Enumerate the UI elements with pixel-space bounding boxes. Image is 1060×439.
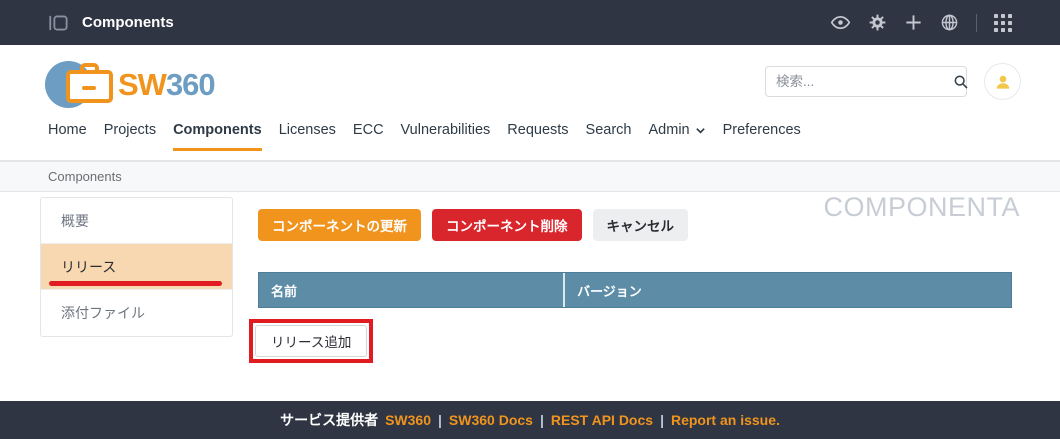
column-header-name[interactable]: 名前 [259,273,566,307]
footer-separator: | [539,412,544,428]
footer-separator: | [660,412,664,428]
sidebar-item-label: 概要 [61,212,89,229]
footer-separator: | [438,412,442,428]
topbar-actions [830,12,1012,33]
sidebar: 概要 リリース 添付ファイル [40,197,233,337]
footer-link-report-issue[interactable]: Report an issue. [671,412,780,428]
plus-icon[interactable] [904,13,923,32]
delete-component-button[interactable]: コンポーネント削除 [432,209,582,241]
nav-item-vulnerabilities[interactable]: Vulnerabilities [401,122,491,151]
sidebar-toggle-icon[interactable] [48,13,68,33]
component-name-watermark: COMPONENTA [823,192,1020,222]
add-release-button[interactable]: リリース追加 [255,325,368,357]
chevron-down-icon [695,125,706,136]
annotation-box: リリース追加 [249,319,374,363]
nav-item-preferences[interactable]: Preferences [723,122,801,151]
gear-icon[interactable] [868,13,887,32]
footer: サービス提供者 SW360 | SW360 Docs | REST API Do… [0,401,1060,439]
logo-briefcase-handle [80,63,99,74]
topbar: Components [0,0,1060,45]
globe-icon[interactable] [940,13,959,32]
topbar-divider [976,13,977,32]
search-input[interactable] [776,74,953,89]
nav-item-search[interactable]: Search [586,122,632,151]
header: SW360 Home Projects Components Licenses … [0,45,1060,161]
nav-item-admin[interactable]: Admin [649,122,706,151]
footer-link-sw360-docs[interactable]: SW360 Docs [449,412,533,428]
main-nav: Home Projects Components Licenses ECC Vu… [48,122,801,151]
footer-link-rest-api-docs[interactable]: REST API Docs [551,412,653,428]
cancel-button[interactable]: キャンセル [592,209,688,241]
footer-provider-label: サービス提供者 [280,412,379,428]
sidebar-item-attachments[interactable]: 添付ファイル [41,290,232,336]
logo-text-sw: SW [118,67,167,102]
nav-item-projects[interactable]: Projects [104,122,156,151]
footer-link-sw360[interactable]: SW360 [385,412,431,428]
action-buttons: コンポーネントの更新 コンポーネント削除 キャンセル [258,209,688,241]
sidebar-item-label: 添付ファイル [61,305,145,321]
logo-text: SW360 [118,67,216,103]
topbar-title: Components [82,14,174,31]
eye-icon[interactable] [830,12,851,33]
nav-item-home[interactable]: Home [48,122,87,151]
avatar[interactable] [984,63,1021,100]
nav-item-licenses[interactable]: Licenses [279,122,336,151]
nav-item-ecc[interactable]: ECC [353,122,384,151]
breadcrumb[interactable]: Components [48,169,122,184]
annotation-underline [49,281,222,286]
apps-grid-icon[interactable] [994,13,1012,32]
sidebar-item-releases[interactable]: リリース [41,244,232,290]
nav-item-admin-label: Admin [648,122,690,138]
sidebar-item-label: リリース [61,258,117,275]
search-box [765,66,969,97]
update-component-button[interactable]: コンポーネントの更新 [258,209,421,241]
releases-table-header: 名前 バージョン [258,272,1012,308]
sidebar-item-summary[interactable]: 概要 [41,198,232,244]
column-header-version[interactable]: バージョン [565,273,1011,307]
logo-briefcase-dash [82,86,96,90]
nav-item-requests[interactable]: Requests [507,122,568,151]
nav-item-components[interactable]: Components [173,122,262,151]
search-icon[interactable] [953,74,969,90]
logo-text-360: 360 [165,67,216,102]
breadcrumb-bar: Components [0,161,1060,192]
